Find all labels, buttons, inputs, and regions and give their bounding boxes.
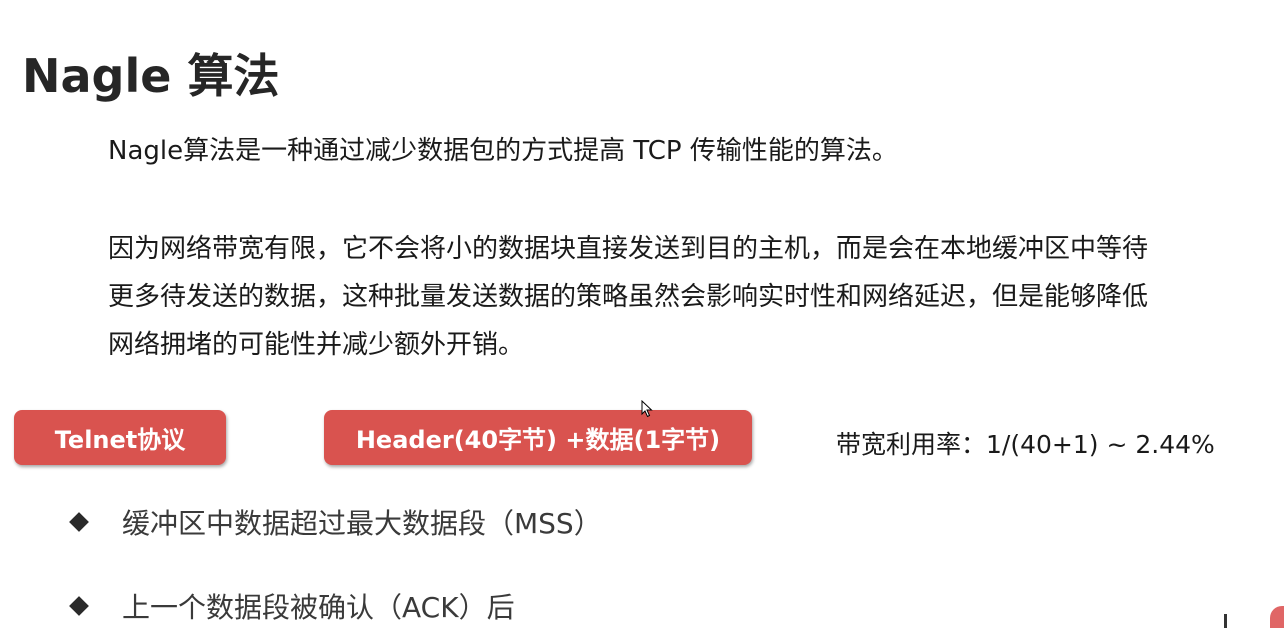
diamond-bullet-icon: [69, 512, 89, 532]
bandwidth-utilization-text: 带宽利用率：1/(40+1) ~ 2.44%: [836, 430, 1215, 459]
corner-decoration: [1270, 606, 1284, 628]
bullet-text: 上一个数据段被确认（ACK）后: [122, 591, 515, 624]
corner-decoration: [1224, 614, 1227, 628]
explanation-paragraph: 因为网络带宽有限，它不会将小的数据块直接发送到目的主机，而是会在本地缓冲区中等待…: [108, 225, 1148, 369]
explanation-line: 因为网络带宽有限，它不会将小的数据块直接发送到目的主机，而是会在本地缓冲区中等待: [108, 234, 1149, 264]
telnet-protocol-label: Telnet协议: [14, 410, 226, 465]
condition-bullet-mss: 缓冲区中数据超过最大数据段（MSS）: [68, 502, 602, 542]
condition-bullet-ack: 上一个数据段被确认（ACK）后: [68, 586, 515, 626]
intro-paragraph: Nagle算法是一种通过减少数据包的方式提高 TCP 传输性能的算法。: [108, 136, 898, 166]
slide-title: Nagle 算法: [22, 49, 280, 103]
explanation-line: 网络拥堵的可能性并减少额外开销。: [108, 330, 525, 360]
explanation-line: 更多待发送的数据，这种批量发送数据的策略虽然会影响实时性和网络延迟，但是能够降低: [108, 282, 1149, 312]
bullet-text: 缓冲区中数据超过最大数据段（MSS）: [122, 507, 602, 540]
mouse-pointer-icon: [641, 399, 653, 422]
diamond-bullet-icon: [69, 596, 89, 616]
packet-composition-label: Header(40字节) +数据(1字节): [324, 410, 752, 465]
